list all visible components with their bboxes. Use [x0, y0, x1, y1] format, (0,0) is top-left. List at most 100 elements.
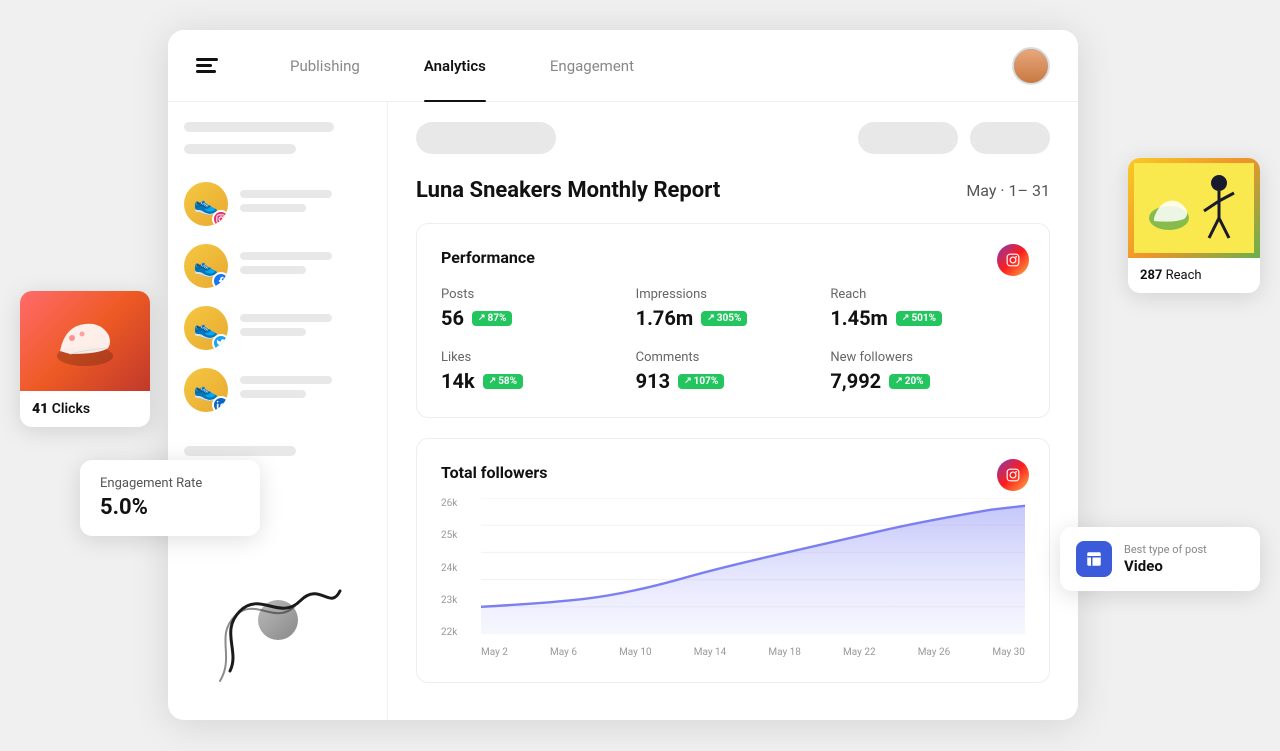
reach-svg [1134, 163, 1254, 253]
chart-x-labels: May 2 May 6 May 10 May 14 May 18 May 22 … [481, 647, 1025, 658]
reach-label: 287 Reach [1128, 258, 1260, 293]
logo [196, 58, 218, 73]
metric-posts-label: Posts [441, 287, 636, 302]
metric-comments-value: 913 [636, 369, 670, 393]
tab-analytics[interactable]: Analytics [392, 30, 518, 102]
performance-card: Performance Posts 56 87% Impressions [416, 223, 1050, 418]
y-label: 24k [441, 563, 477, 574]
x-label: May 6 [550, 647, 577, 658]
metric-posts-value: 56 [441, 306, 464, 330]
tab-publishing[interactable]: Publishing [258, 30, 392, 102]
metric-new-followers-label: New followers [830, 350, 1025, 365]
x-label: May 10 [619, 647, 652, 658]
x-label: May 2 [481, 647, 508, 658]
clicks-image [20, 291, 150, 391]
float-card-clicks: 41 Clicks [20, 291, 150, 427]
x-label: May 14 [694, 647, 727, 658]
social-text [240, 376, 371, 404]
nav-tabs: Publishing Analytics Engagement [258, 30, 1012, 102]
bestpost-icon [1076, 541, 1112, 577]
report-header: Luna Sneakers Monthly Report May · 1– 31 [416, 178, 1050, 203]
engagement-label: Engagement Rate [100, 476, 240, 491]
metric-impressions-label: Impressions [636, 287, 831, 302]
main-content: Luna Sneakers Monthly Report May · 1– 31… [388, 102, 1078, 720]
chart-title: Total followers [441, 463, 1025, 482]
twitter-badge [212, 334, 228, 350]
metric-impressions: Impressions 1.76m 305% [636, 287, 831, 330]
social-item-facebook[interactable]: 👟 [184, 244, 371, 288]
reach-text: Reach [1166, 268, 1202, 283]
metric-impressions-value: 1.76m [636, 306, 694, 330]
y-label: 25k [441, 530, 477, 541]
float-card-bestpost: Best type of post Video [1060, 527, 1260, 591]
reach-image [1128, 158, 1260, 258]
skeleton-bar [184, 144, 296, 154]
sidebar: 👟 👟 👟 [168, 102, 388, 720]
performance-title: Performance [441, 248, 1025, 267]
chart-y-labels: 26k 25k 24k 23k 22k [441, 498, 477, 638]
metric-likes-value: 14k [441, 369, 475, 393]
bestpost-text: Best type of post Video [1124, 543, 1207, 575]
metric-likes-badge: 58% [483, 374, 523, 389]
clicks-value: 41 [32, 401, 48, 417]
social-item-twitter[interactable]: 👟 [184, 306, 371, 350]
performance-grid: Posts 56 87% Impressions 1.76m 305% [441, 287, 1025, 393]
y-label: 26k [441, 498, 477, 509]
metric-comments-badge: 107% [678, 374, 724, 389]
filter-pill-date[interactable] [858, 122, 958, 154]
skeleton-bar [184, 446, 296, 456]
top-filters [416, 122, 1050, 154]
x-label: May 22 [843, 647, 876, 658]
filter-pill-export[interactable] [970, 122, 1050, 154]
avatar-facebook: 👟 [184, 244, 228, 288]
linkedin-badge [212, 396, 228, 412]
float-card-engagement: Engagement Rate 5.0% [80, 460, 260, 536]
tab-engagement[interactable]: Engagement [518, 30, 666, 102]
metric-comments: Comments 913 107% [636, 350, 831, 393]
report-title: Luna Sneakers Monthly Report [416, 178, 720, 203]
filter-pill-profile[interactable] [416, 122, 556, 154]
avatar-linkedin: 👟 [184, 368, 228, 412]
social-item-linkedin[interactable]: 👟 [184, 368, 371, 412]
x-label: May 18 [768, 647, 801, 658]
social-text [240, 252, 371, 280]
metric-reach-value: 1.45m [830, 306, 888, 330]
clicks-text: Clicks [52, 401, 90, 417]
app-card: Publishing Analytics Engagement 👟 [168, 30, 1078, 720]
y-label: 22k [441, 627, 477, 638]
avatar-twitter: 👟 [184, 306, 228, 350]
social-item-instagram[interactable]: 👟 [184, 182, 371, 226]
metric-posts-badge: 87% [472, 311, 512, 326]
bestpost-value: Video [1124, 557, 1163, 575]
metric-new-followers-badge: 20% [889, 374, 929, 389]
social-text [240, 190, 371, 218]
metric-reach-badge: 501% [896, 311, 942, 326]
metric-likes: Likes 14k 58% [441, 350, 636, 393]
reach-value: 287 [1140, 268, 1162, 283]
followers-chart-card: Total followers 26k 25k 24k 23k 22k [416, 438, 1050, 683]
metric-posts: Posts 56 87% [441, 287, 636, 330]
chart-area: 26k 25k 24k 23k 22k [441, 498, 1025, 658]
metric-new-followers-value: 7,992 [830, 369, 881, 393]
float-card-reach: 287 Reach [1128, 158, 1260, 293]
instagram-badge [212, 210, 228, 226]
x-label: May 26 [918, 647, 951, 658]
x-label: May 30 [992, 647, 1025, 658]
metric-likes-label: Likes [441, 350, 636, 365]
metric-reach: Reach 1.45m 501% [830, 287, 1025, 330]
bestpost-sublabel: Best type of post [1124, 543, 1207, 556]
metric-new-followers: New followers 7,992 20% [830, 350, 1025, 393]
report-date: May · 1– 31 [966, 181, 1050, 200]
followers-chart-svg [481, 498, 1025, 634]
skeleton-bar [184, 122, 334, 132]
sidebar-circle-image [258, 600, 298, 640]
metric-reach-label: Reach [830, 287, 1025, 302]
nav-bar: Publishing Analytics Engagement [168, 30, 1078, 102]
instagram-icon [997, 244, 1029, 276]
facebook-badge [212, 272, 228, 288]
clicks-label: 41 Clicks [20, 391, 150, 427]
chart-instagram-icon [997, 459, 1029, 491]
user-avatar[interactable] [1012, 47, 1050, 85]
engagement-value: 5.0% [100, 495, 240, 520]
shoe-svg [50, 306, 120, 376]
